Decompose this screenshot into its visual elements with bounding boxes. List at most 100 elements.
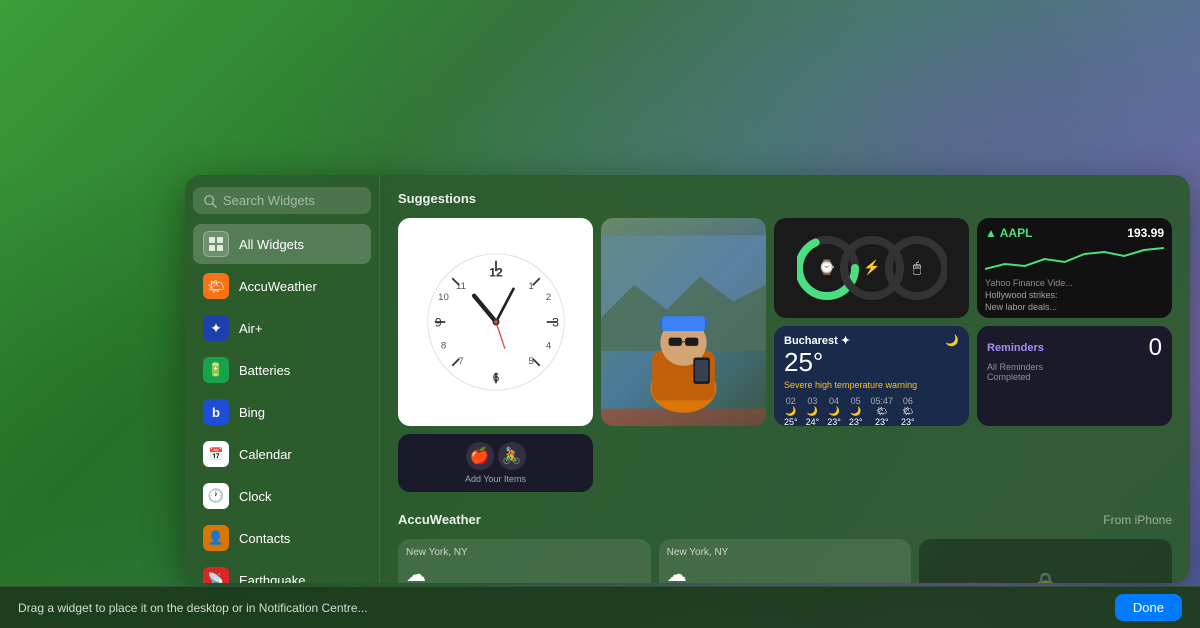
svg-text:6: 6 [492, 371, 499, 385]
reminders-title: Reminders [987, 342, 1044, 354]
clock-icon: 🕐 [203, 483, 229, 509]
sidebar-item-bing[interactable]: b Bing [193, 392, 371, 432]
stock-price: 193.99 [1127, 226, 1164, 240]
stock-ticker: ▲ AAPL [985, 226, 1032, 240]
forecast-item-5: 06 🌤 23° [901, 396, 915, 426]
batteries-icon: 🔋 [203, 357, 229, 383]
accu-card-0[interactable]: New York, NY ☁ [398, 539, 651, 583]
contacts-icon: 👤 [203, 525, 229, 551]
svg-text:2: 2 [545, 292, 550, 303]
svg-text:8: 8 [440, 340, 445, 351]
sidebar-label-calendar: Calendar [239, 447, 292, 462]
accu-card-2[interactable]: 🔒 [919, 539, 1172, 583]
sidebar-item-calendar[interactable]: 📅 Calendar [193, 434, 371, 474]
sidebar-item-contacts[interactable]: 👤 Contacts [193, 518, 371, 558]
suggestions-grid: 12 6 3 9 1 2 4 5 7 8 10 11 [398, 218, 1172, 492]
suggestions-title: Suggestions [398, 191, 476, 206]
sidebar-item-earthquake[interactable]: 📡 Earthquake [193, 560, 371, 583]
bottom-hint: Drag a widget to place it on the desktop… [18, 601, 368, 615]
stock-header: ▲ AAPL 193.99 [985, 226, 1164, 240]
watch-rings: ⌚ ⚡ 🖱 [797, 223, 947, 313]
clock-widget[interactable]: 12 6 3 9 1 2 4 5 7 8 10 11 [398, 218, 593, 426]
svg-text:5: 5 [528, 356, 533, 367]
stock-widget[interactable]: ▲ AAPL 193.99 Yahoo Finance Vide... Holl… [977, 218, 1172, 318]
accuweather-title: AccuWeather [398, 512, 481, 527]
sidebar-item-all-widgets[interactable]: All Widgets [193, 224, 371, 264]
sidebar-item-batteries[interactable]: 🔋 Batteries [193, 350, 371, 390]
accuweather-source: From iPhone [1103, 513, 1172, 527]
sidebar-item-air[interactable]: ✦ Air+ [193, 308, 371, 348]
stock-source: Yahoo Finance Vide... [985, 278, 1164, 288]
search-input[interactable] [223, 193, 361, 208]
food-icon-2: 🚴 [498, 442, 526, 470]
calendar-icon: 📅 [203, 441, 229, 467]
svg-text:⚡: ⚡ [863, 259, 880, 276]
accu-lock-icon: 🔒 [1033, 571, 1058, 584]
sidebar-label-batteries: Batteries [239, 363, 290, 378]
sidebar-label-accuweather: AccuWeather [239, 279, 317, 294]
svg-text:⌚: ⌚ [818, 259, 835, 276]
sidebar-label-earthquake: Earthquake [239, 573, 306, 584]
svg-text:11: 11 [456, 281, 466, 292]
food-icons: 🍎 🚴 [466, 442, 526, 470]
accu-city-0: New York, NY [406, 547, 643, 558]
weather-warning: Severe high temperature warning [784, 380, 959, 390]
stock-news-1: Hollywood strikes: [985, 290, 1164, 302]
svg-text:10: 10 [438, 292, 449, 303]
forecast-item-3: 05 🌙 23° [849, 396, 863, 426]
done-button[interactable]: Done [1115, 594, 1182, 621]
accuweather-icon: 🌤 [203, 273, 229, 299]
sidebar-item-accuweather[interactable]: 🌤 AccuWeather [193, 266, 371, 306]
weather-temp: 25° [784, 347, 959, 378]
accu-icon-1: ☁ [667, 562, 904, 583]
svg-text:1: 1 [528, 281, 533, 292]
search-icon [203, 194, 217, 208]
accuweather-header: AccuWeather From iPhone [398, 512, 1172, 527]
watch-widget[interactable]: ⌚ ⚡ 🖱 [774, 218, 969, 318]
photo-inner [601, 218, 766, 426]
svg-text:4: 4 [545, 340, 551, 351]
stock-news-2: New labor deals... [985, 302, 1164, 314]
svg-text:🖱: 🖱 [912, 259, 921, 275]
forecast-item-4: 05:47 🌤 23° [871, 396, 894, 426]
forecast-item-0: 02 🌙 25° [784, 396, 798, 426]
air-icon: ✦ [203, 315, 229, 341]
widget-panel: All Widgets 🌤 AccuWeather ✦ Air+ 🔋 Batte… [185, 175, 1190, 583]
svg-text:7: 7 [458, 356, 463, 367]
food-label: Add Your Items [465, 474, 526, 484]
bottom-bar: Drag a widget to place it on the desktop… [0, 586, 1200, 628]
reminders-count: 0 [1149, 334, 1162, 362]
accu-icon-0: ☁ [406, 562, 643, 583]
sidebar-item-clock[interactable]: 🕐 Clock [193, 476, 371, 516]
reminders-header: Reminders 0 [987, 334, 1162, 362]
forecast-item-2: 04 🌙 23° [827, 396, 841, 426]
svg-text:3: 3 [552, 315, 559, 329]
accu-city-1: New York, NY [667, 547, 904, 558]
weather-moon-icon: 🌙 [945, 334, 959, 347]
reminders-status: Completed [987, 372, 1162, 382]
sidebar-label-bing: Bing [239, 405, 265, 420]
svg-text:12: 12 [489, 266, 503, 280]
search-bar[interactable] [193, 187, 371, 214]
stock-chart [985, 244, 1164, 274]
earthquake-icon: 📡 [203, 567, 229, 583]
sidebar: All Widgets 🌤 AccuWeather ✦ Air+ 🔋 Batte… [185, 175, 380, 583]
bing-icon: b [203, 399, 229, 425]
forecast-item-1: 03 🌙 24° [806, 396, 820, 426]
main-content: Suggestions [380, 175, 1190, 583]
accu-card-1[interactable]: New York, NY ☁ [659, 539, 912, 583]
sidebar-label-air: Air+ [239, 321, 262, 336]
accu-grid: New York, NY ☁ New York, NY ☁ 🔒 [398, 539, 1172, 583]
weather-widget[interactable]: Bucharest ✦ 🌙 25° Severe high temperatur… [774, 326, 969, 426]
weather-city: Bucharest ✦ 🌙 [784, 334, 959, 347]
photo-widget[interactable] [601, 218, 766, 426]
weather-forecast: 02 🌙 25° 03 🌙 24° 04 🌙 23° [784, 396, 959, 426]
suggestions-header: Suggestions [398, 191, 1172, 206]
clock-face: 12 6 3 9 1 2 4 5 7 8 10 11 [426, 252, 566, 392]
food-widget[interactable]: 🍎 🚴 Add Your Items [398, 434, 593, 492]
sidebar-label-all-widgets: All Widgets [239, 237, 304, 252]
reminders-subtitle: All Reminders [987, 362, 1162, 372]
food-icon-1: 🍎 [466, 442, 494, 470]
reminders-widget[interactable]: Reminders 0 All Reminders Completed [977, 326, 1172, 426]
sidebar-label-clock: Clock [239, 489, 272, 504]
